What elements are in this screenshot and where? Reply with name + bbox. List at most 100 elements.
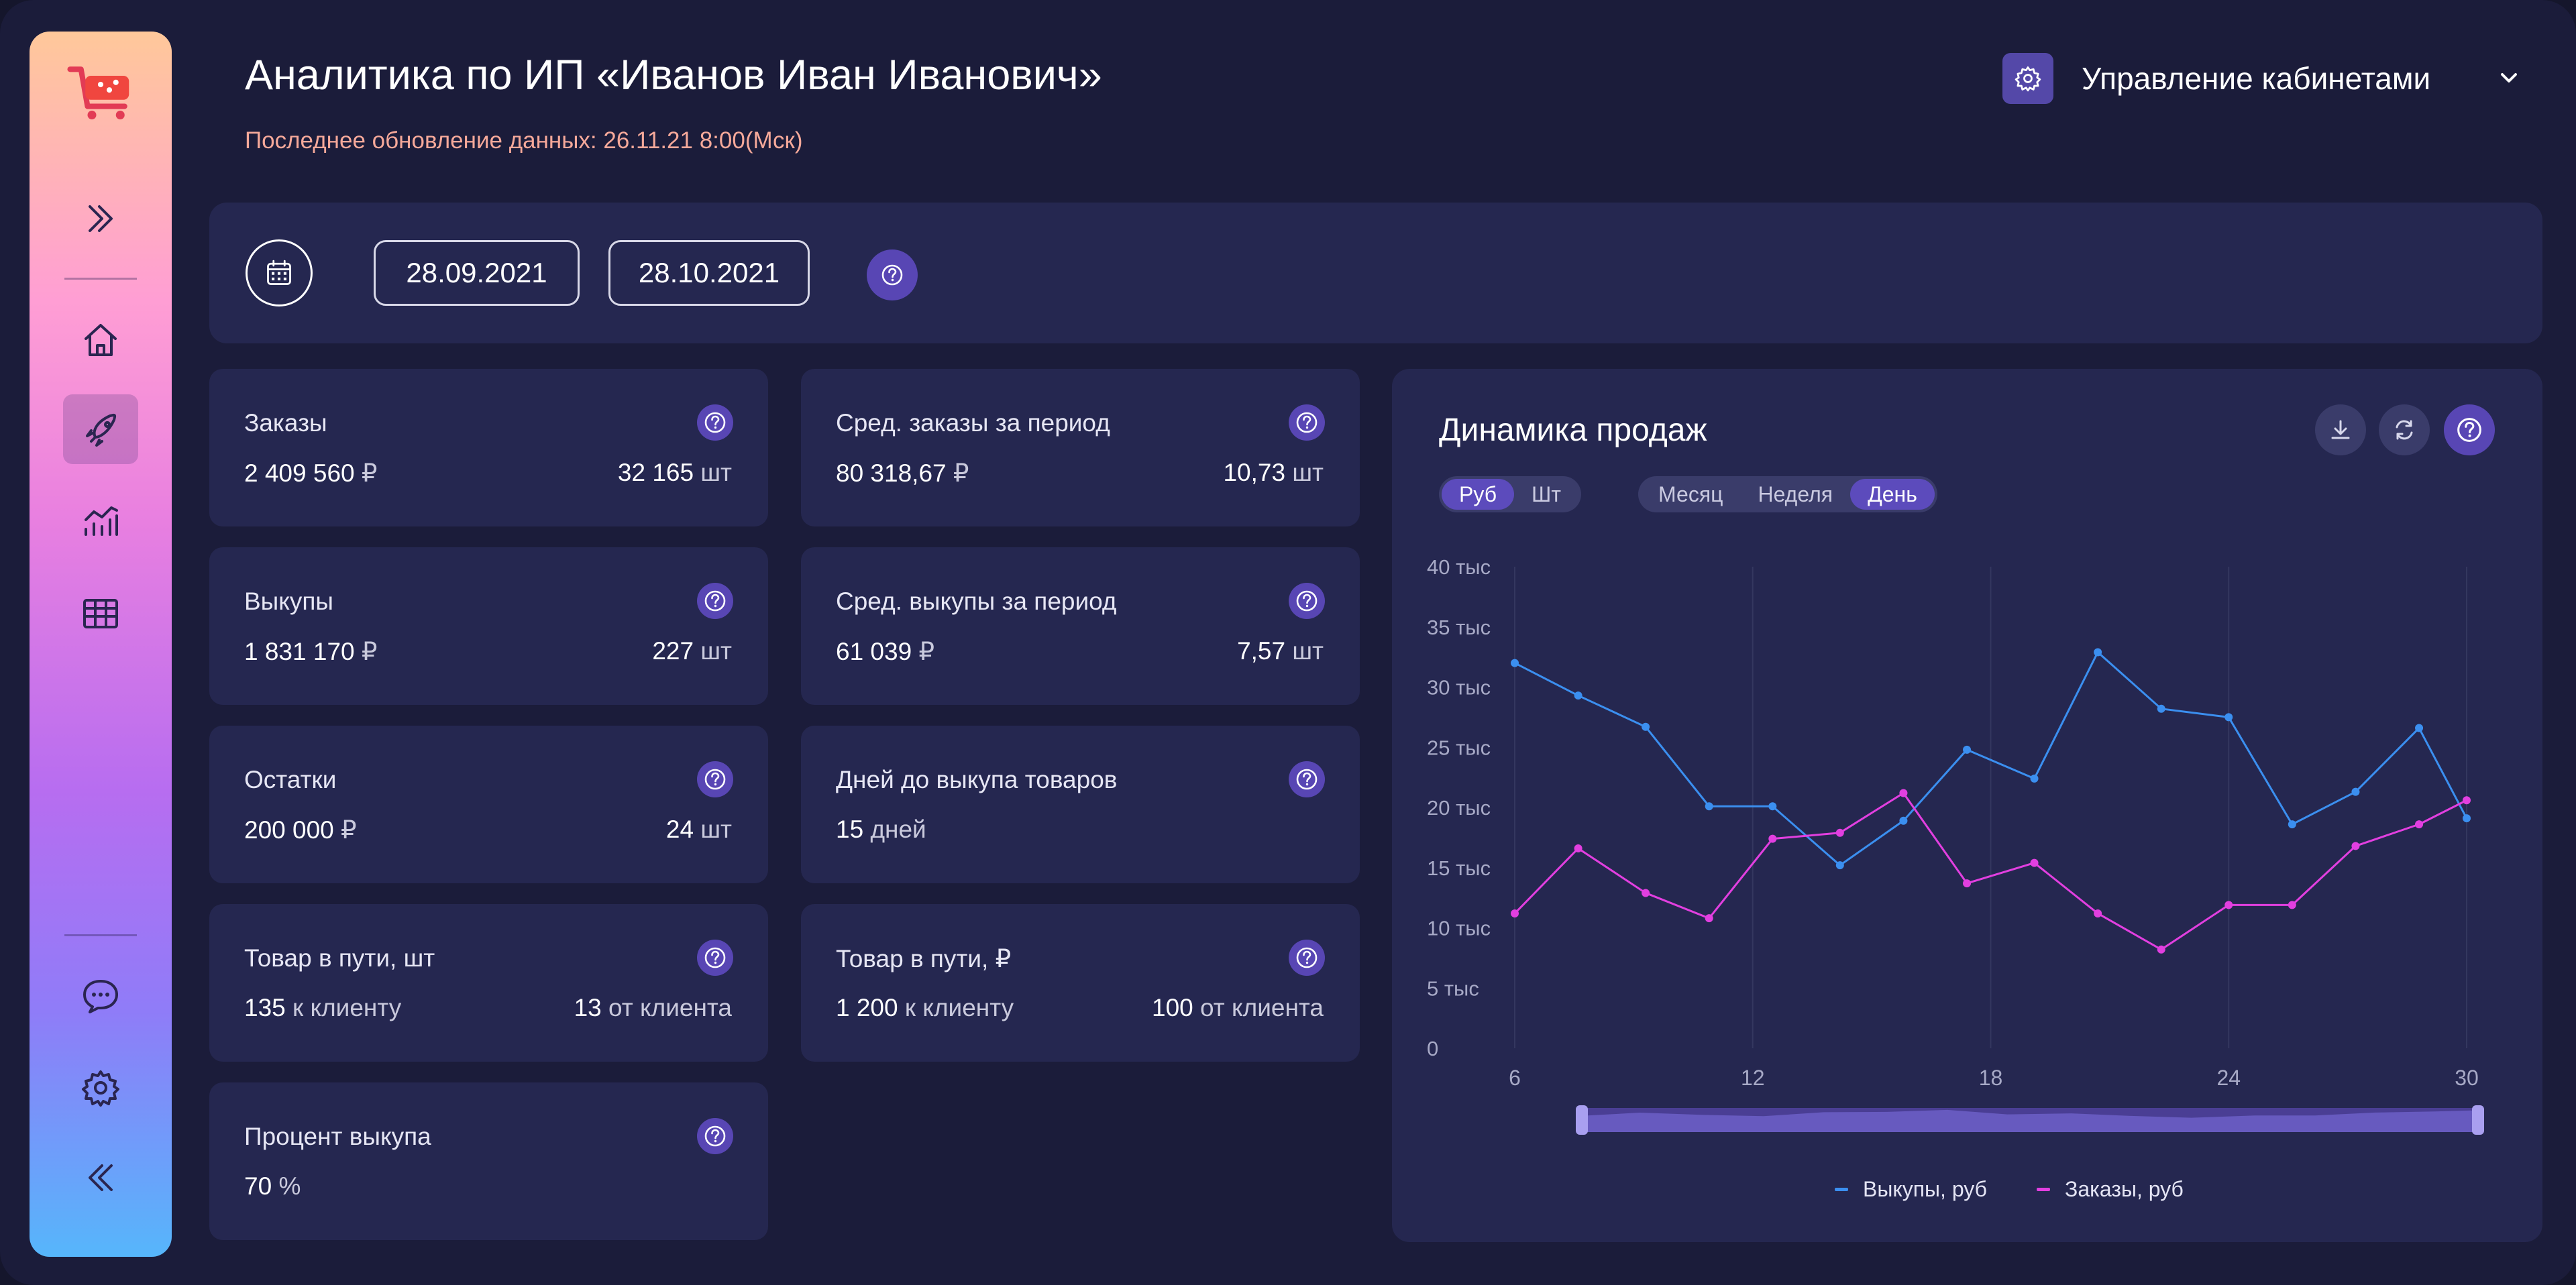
y-tick-label: 40 тыс bbox=[1427, 555, 1491, 579]
x-tick-label: 6 bbox=[1509, 1066, 1521, 1090]
metric-card: Сред. выкупы за период 61 039 ₽7,57 шт bbox=[801, 547, 1360, 705]
metric-help-button[interactable] bbox=[1289, 940, 1325, 976]
metric-number: 24 bbox=[665, 816, 694, 843]
metric-card: Товар в пути, шт 135 к клиенту 13 от клиен… bbox=[209, 904, 768, 1062]
metric-help-button[interactable] bbox=[697, 404, 733, 441]
metric-number: 61 039 bbox=[836, 638, 912, 665]
data-point bbox=[2351, 787, 2360, 796]
metric-number: 80 318,67 bbox=[836, 459, 947, 487]
cart-logo-icon[interactable] bbox=[63, 58, 138, 128]
legend-label: Выкупы, руб bbox=[1863, 1177, 1987, 1201]
metric-number: 227 bbox=[652, 637, 694, 665]
metric-unit: шт bbox=[700, 459, 732, 486]
date-to-input[interactable]: 28.10.2021 bbox=[608, 240, 810, 306]
data-point bbox=[1768, 834, 1777, 843]
metric-unit: ₽ bbox=[918, 638, 934, 665]
metric-unit: ₽ bbox=[361, 638, 378, 665]
data-point bbox=[1511, 909, 1519, 917]
metric-unit: ₽ bbox=[341, 816, 357, 844]
analytics-icon[interactable] bbox=[63, 486, 138, 556]
metric-unit: дней bbox=[870, 816, 926, 843]
data-point bbox=[2094, 648, 2102, 657]
data-point bbox=[1899, 789, 1908, 797]
toggle-rub[interactable]: Руб bbox=[1442, 479, 1515, 510]
metric-card: Выкупы 1 831 170 ₽227 шт bbox=[209, 547, 768, 705]
toggle-pcs[interactable]: Шт bbox=[1514, 479, 1578, 510]
metric-label: Сред. выкупы за период bbox=[836, 588, 1117, 615]
cabinet-management-dropdown[interactable]: Управление кабинетами bbox=[2082, 60, 2430, 97]
collapse-icon[interactable] bbox=[63, 1143, 138, 1213]
metric-number: 70 bbox=[244, 1172, 272, 1200]
toggle-week[interactable]: Неделя bbox=[1740, 479, 1850, 510]
legend-label: Заказы, руб bbox=[2065, 1177, 2184, 1201]
metric-value: 70 % bbox=[244, 1172, 301, 1200]
date-from-input[interactable]: 28.09.2021 bbox=[374, 240, 580, 306]
page-title: Аналитика по ИП «Иванов Иван Иванович» bbox=[245, 52, 1102, 99]
range-handle-left bbox=[1576, 1105, 1588, 1135]
metric-number: 13 bbox=[574, 994, 602, 1021]
settings-icon[interactable] bbox=[63, 1053, 138, 1123]
toggle-month[interactable]: Месяц bbox=[1641, 479, 1740, 510]
date-help-button[interactable] bbox=[867, 249, 918, 300]
x-tick-label: 30 bbox=[2455, 1066, 2479, 1090]
x-tick-label: 18 bbox=[1979, 1066, 2003, 1090]
rocket-icon[interactable] bbox=[63, 394, 138, 464]
data-point bbox=[2030, 858, 2039, 867]
metric-help-button[interactable] bbox=[697, 761, 733, 797]
metric-unit: от клиента bbox=[608, 994, 732, 1021]
question-icon bbox=[881, 264, 903, 286]
metric-help-button[interactable] bbox=[1289, 761, 1325, 797]
data-point bbox=[2415, 724, 2424, 732]
table-icon[interactable] bbox=[63, 579, 138, 649]
metric-help-button[interactable] bbox=[1289, 583, 1325, 619]
data-point bbox=[2351, 842, 2360, 850]
chart-help-button[interactable] bbox=[2444, 404, 2495, 455]
data-point bbox=[1768, 802, 1777, 811]
metric-secondary-value: 100 от клиента bbox=[1152, 994, 1324, 1022]
refresh-icon bbox=[2396, 420, 2413, 440]
data-point bbox=[2288, 901, 2296, 909]
chart-title: Динамика продаж bbox=[1439, 412, 1707, 448]
data-point bbox=[1963, 879, 1972, 888]
calendar-button[interactable] bbox=[246, 239, 313, 306]
data-point bbox=[2463, 814, 2471, 823]
metric-unit: к клиенту bbox=[904, 994, 1014, 1021]
cabinet-settings-button[interactable] bbox=[2002, 53, 2053, 104]
y-tick-label: 25 тыс bbox=[1427, 736, 1491, 759]
metric-secondary-value: 10,73 шт bbox=[1223, 459, 1324, 487]
metric-help-button[interactable] bbox=[1289, 404, 1325, 441]
data-point bbox=[1574, 691, 1582, 700]
data-point bbox=[2463, 796, 2471, 805]
toggle-day[interactable]: День bbox=[1850, 479, 1935, 510]
expand-icon[interactable] bbox=[63, 184, 138, 254]
legend-swatch bbox=[1835, 1188, 1848, 1191]
metric-card: Процент выкупа 70 % bbox=[209, 1082, 768, 1240]
calendar-icon bbox=[267, 260, 291, 285]
sidebar bbox=[30, 32, 172, 1257]
x-tick-label: 12 bbox=[1741, 1066, 1765, 1090]
home-icon[interactable] bbox=[63, 305, 138, 375]
y-tick-label: 15 тыс bbox=[1427, 856, 1491, 880]
data-point bbox=[2224, 713, 2233, 722]
legend-swatch bbox=[2037, 1188, 2050, 1191]
sidebar-divider bbox=[64, 278, 137, 280]
metric-card: Товар в пути, ₽ 1 200 к клиенту 100 от кли… bbox=[801, 904, 1360, 1062]
download-button[interactable] bbox=[2315, 404, 2366, 455]
chevron-down-icon[interactable] bbox=[2496, 64, 2522, 91]
metric-help-button[interactable] bbox=[697, 1118, 733, 1154]
metric-number: 2 409 560 bbox=[244, 459, 355, 487]
metric-unit: к клиенту bbox=[292, 994, 402, 1021]
refresh-button[interactable] bbox=[2379, 404, 2430, 455]
data-point bbox=[1835, 828, 1844, 837]
question-icon bbox=[2457, 418, 2481, 442]
data-point bbox=[2157, 704, 2165, 713]
metric-label: Выкупы bbox=[244, 588, 334, 615]
metric-help-button[interactable] bbox=[697, 583, 733, 619]
metric-value: 15 дней bbox=[836, 816, 926, 844]
metric-secondary-value: 24 шт bbox=[666, 816, 732, 844]
metric-help-button[interactable] bbox=[697, 940, 733, 976]
data-point bbox=[2030, 774, 2039, 783]
y-tick-label: 20 тыс bbox=[1427, 796, 1491, 820]
y-tick-label: 30 тыс bbox=[1427, 676, 1491, 700]
chat-icon[interactable] bbox=[63, 961, 138, 1031]
